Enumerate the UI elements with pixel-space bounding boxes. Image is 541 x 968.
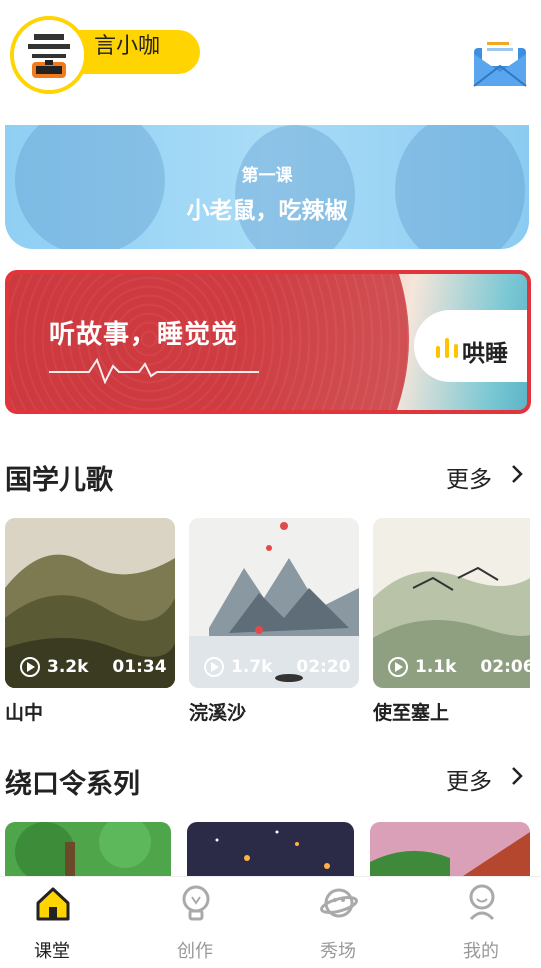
play-count: 3.2k	[47, 657, 89, 677]
poem-meta: 1.7k 02:20	[203, 655, 351, 679]
chevron-right-icon[interactable]	[508, 463, 526, 485]
house-icon	[36, 887, 70, 921]
poem-card[interactable]: 1.1k 02:06 使至塞上	[373, 518, 530, 728]
poem-meta: 1.1k 02:06	[387, 655, 530, 679]
tab-create[interactable]: 创作	[145, 877, 245, 968]
duration: 01:34	[112, 657, 167, 677]
lightbulb-icon	[182, 885, 210, 921]
tab-label: 创作	[177, 941, 213, 962]
lull-button-label: 哄睡	[462, 341, 508, 367]
lull-to-sleep-button[interactable]: 哄睡	[414, 310, 527, 382]
tongue-twister-thumbnail[interactable]	[187, 822, 354, 878]
poem-title: 山中	[5, 702, 44, 724]
tab-label: 秀场	[320, 941, 356, 962]
banner-decor	[395, 125, 525, 249]
play-circle-icon	[388, 657, 408, 677]
play-count: 1.7k	[231, 657, 273, 677]
tab-label: 我的	[463, 941, 499, 962]
sleep-story-banner[interactable]: 听故事，睡觉觉 哄睡	[5, 270, 531, 414]
tongue-twister-thumbnail[interactable]	[5, 822, 171, 878]
heartbeat-line-icon	[49, 357, 259, 384]
duration: 02:20	[296, 657, 351, 677]
mail-icon[interactable]	[470, 32, 530, 90]
avatar-character-icon	[14, 20, 84, 90]
poem-card[interactable]: 1.7k 02:20 浣溪沙	[189, 518, 359, 728]
tongue-twister-thumbnail[interactable]	[370, 822, 530, 878]
play-count: 1.1k	[415, 657, 457, 677]
planet-icon	[320, 888, 358, 918]
person-icon	[469, 884, 495, 921]
section-title-tongue-twisters: 绕口令系列	[5, 769, 140, 800]
avatar[interactable]	[10, 16, 88, 94]
sleep-banner-title: 听故事，睡觉觉	[49, 320, 239, 350]
tab-label: 课堂	[34, 941, 70, 962]
poem-title: 浣溪沙	[189, 702, 247, 724]
tab-me[interactable]: 我的	[431, 877, 531, 968]
duration: 02:06	[480, 657, 530, 677]
more-link-tongue-twisters[interactable]: 更多	[446, 762, 492, 796]
banner-decor	[15, 125, 165, 249]
tab-showcase[interactable]: 秀场	[288, 877, 388, 968]
top-header: 言小咖	[0, 0, 541, 110]
username-label: 言小咖	[94, 34, 161, 59]
lesson-banner[interactable]: 第一课 小老鼠，吃辣椒	[5, 125, 529, 249]
more-link-poems[interactable]: 更多	[446, 460, 492, 494]
tree-illustration-image	[5, 822, 171, 878]
audio-bars-icon	[436, 338, 458, 358]
chevron-right-icon[interactable]	[508, 765, 526, 787]
tab-classroom[interactable]: 课堂	[2, 877, 102, 968]
night-lanterns-image	[187, 822, 354, 878]
poem-meta: 3.2k 01:34	[19, 655, 167, 679]
lesson-title: 小老鼠，吃辣椒	[186, 198, 348, 224]
bottom-nav: 课堂 创作 秀场 我的	[0, 876, 541, 968]
poem-title: 使至塞上	[373, 702, 450, 724]
play-circle-icon	[204, 657, 224, 677]
poem-card[interactable]: 3.2k 01:34 山中	[5, 518, 175, 728]
section-title-poems: 国学儿歌	[5, 465, 113, 496]
rooftop-illustration-image	[370, 822, 530, 878]
banner-decor	[235, 125, 355, 249]
lesson-subtitle: 第一课	[241, 166, 293, 186]
play-circle-icon	[20, 657, 40, 677]
